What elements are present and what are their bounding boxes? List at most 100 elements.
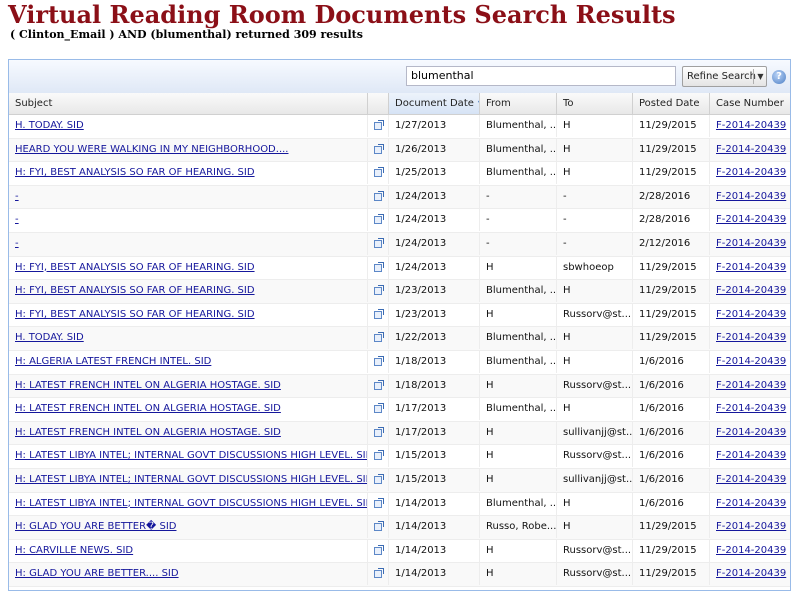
case-number-link[interactable]: F-2014-20439: [716, 498, 786, 509]
open-document-icon[interactable]: [374, 426, 384, 437]
case-number-link[interactable]: F-2014-20439: [716, 427, 786, 438]
case-number-link[interactable]: F-2014-20439: [716, 120, 786, 131]
case-cell: F-2014-20439: [710, 422, 790, 444]
case-number-link[interactable]: F-2014-20439: [716, 332, 786, 343]
table-row[interactable]: H: GLAD YOU ARE BETTER� SID 1/14/2013 Russ…: [9, 516, 790, 540]
open-document-icon[interactable]: [374, 497, 384, 508]
open-document-icon[interactable]: [374, 568, 384, 579]
posted-cell: 11/29/2015: [633, 280, 710, 303]
open-document-icon[interactable]: [374, 356, 384, 366]
table-row[interactable]: H: LATEST LIBYA INTEL; INTERNAL GOVT DIS…: [9, 492, 790, 517]
table-row[interactable]: H: LATEST LIBYA INTEL; INTERNAL GOVT DIS…: [9, 469, 790, 493]
open-document-icon[interactable]: [374, 167, 384, 178]
subject-link[interactable]: H. TODAY. SID: [15, 120, 84, 131]
subject-link[interactable]: H: LATEST FRENCH INTEL ON ALGERIA HOSTAG…: [15, 427, 281, 438]
case-number-link[interactable]: F-2014-20439: [716, 568, 786, 579]
subject-link[interactable]: H: GLAD YOU ARE BETTER� SID: [15, 521, 176, 532]
subject-link[interactable]: H: FYI, BEST ANALYSIS SO FAR OF HEARING.…: [15, 285, 255, 296]
table-row[interactable]: H: CARVILLE NEWS. SID 1/14/2013 H Russorv@s…: [9, 539, 790, 564]
case-cell: F-2014-20439: [710, 469, 790, 491]
subject-link[interactable]: H: GLAD YOU ARE BETTER.... SID: [15, 568, 179, 579]
open-document-icon[interactable]: [374, 403, 384, 414]
open-document-icon[interactable]: [374, 379, 384, 390]
column-header-document-date[interactable]: Document Date▼: [389, 93, 480, 114]
open-document-icon[interactable]: [374, 143, 384, 154]
open-document-icon[interactable]: [374, 450, 384, 461]
table-row[interactable]: - 1/24/2013 - - 2/28/2016 F-2014-20439: [9, 185, 790, 210]
case-number-link[interactable]: F-2014-20439: [716, 144, 786, 155]
case-number-link[interactable]: F-2014-20439: [716, 403, 786, 414]
subject-link[interactable]: H: LATEST FRENCH INTEL ON ALGERIA HOSTAG…: [15, 403, 281, 414]
case-cell: F-2014-20439: [710, 233, 790, 255]
open-document-icon[interactable]: [374, 238, 384, 248]
subject-link[interactable]: -: [15, 191, 19, 202]
case-number-link[interactable]: F-2014-20439: [716, 167, 786, 178]
column-header-from[interactable]: From: [480, 93, 557, 114]
table-row[interactable]: - 1/24/2013 - - 2/12/2016 F-2014-20439: [9, 233, 790, 257]
table-row[interactable]: H: LATEST FRENCH INTEL ON ALGERIA HOSTAG…: [9, 374, 790, 399]
case-number-link[interactable]: F-2014-20439: [716, 262, 786, 273]
subject-link[interactable]: H: FYI, BEST ANALYSIS SO FAR OF HEARING.…: [15, 309, 255, 320]
subject-link[interactable]: H: ALGERIA LATEST FRENCH INTEL. SID: [15, 356, 211, 367]
from-cell: -: [480, 233, 557, 255]
column-header-case-number[interactable]: Case Number: [710, 93, 790, 114]
table-row[interactable]: H: FYI, BEST ANALYSIS SO FAR OF HEARING.…: [9, 256, 790, 281]
subject-link[interactable]: H: LATEST LIBYA INTEL; INTERNAL GOVT DIS…: [15, 450, 367, 461]
case-number-link[interactable]: F-2014-20439: [716, 474, 786, 485]
subject-link[interactable]: H: LATEST FRENCH INTEL ON ALGERIA HOSTAG…: [15, 380, 281, 391]
from-cell: -: [486, 190, 490, 202]
case-number-link[interactable]: F-2014-20439: [716, 214, 786, 225]
case-number-link[interactable]: F-2014-20439: [716, 285, 786, 296]
open-document-icon[interactable]: [374, 214, 384, 225]
case-number-link[interactable]: F-2014-20439: [716, 309, 786, 320]
table-row[interactable]: H: GLAD YOU ARE BETTER.... SID 1/14/2013 H…: [9, 563, 790, 587]
table-row[interactable]: H: ALGERIA LATEST FRENCH INTEL. SID 1/18/…: [9, 351, 790, 375]
subject-link[interactable]: -: [15, 214, 19, 225]
open-document-icon[interactable]: [374, 544, 384, 555]
open-document-icon[interactable]: [374, 190, 384, 201]
subject-link[interactable]: -: [15, 238, 19, 249]
subject-link[interactable]: H: LATEST LIBYA INTEL; INTERNAL GOVT DIS…: [15, 498, 367, 509]
table-row[interactable]: H. TODAY. SID 1/22/2013 Blumenthal, ... H 11…: [9, 327, 790, 351]
case-number-link[interactable]: F-2014-20439: [716, 191, 786, 202]
table-row[interactable]: H: FYI, BEST ANALYSIS SO FAR OF HEARING.…: [9, 162, 790, 186]
search-input[interactable]: blumenthal: [406, 66, 676, 86]
case-number-link[interactable]: F-2014-20439: [716, 380, 786, 391]
subject-link[interactable]: H. TODAY. SID: [15, 332, 84, 343]
case-number-link[interactable]: F-2014-20439: [716, 356, 786, 367]
to-cell: Russorv@st...: [563, 379, 632, 391]
table-row[interactable]: H: LATEST FRENCH INTEL ON ALGERIA HOSTAG…: [9, 398, 790, 422]
case-number-link[interactable]: F-2014-20439: [716, 238, 786, 249]
subject-link[interactable]: H: FYI, BEST ANALYSIS SO FAR OF HEARING.…: [15, 167, 255, 178]
open-document-icon[interactable]: [374, 332, 384, 343]
table-row[interactable]: H: FYI, BEST ANALYSIS SO FAR OF HEARING.…: [9, 303, 790, 328]
column-header-to[interactable]: To: [557, 93, 633, 114]
table-row[interactable]: H. TODAY. SID 1/27/2013 Blumenthal, ... H 11…: [9, 115, 790, 139]
open-document-icon[interactable]: [374, 474, 384, 484]
open-document-icon[interactable]: [374, 308, 384, 319]
help-icon[interactable]: ?: [772, 70, 786, 84]
case-number-link[interactable]: F-2014-20439: [716, 521, 786, 532]
dropdown-arrow-icon[interactable]: ▼: [755, 67, 766, 86]
table-row[interactable]: H: LATEST LIBYA INTEL; INTERNAL GOVT DIS…: [9, 445, 790, 469]
subject-link[interactable]: H: LATEST LIBYA INTEL; INTERNAL GOVT DIS…: [15, 474, 367, 485]
table-row[interactable]: H: LATEST FRENCH INTEL ON ALGERIA HOSTAG…: [9, 421, 790, 446]
refine-search-button[interactable]: Refine Search ▼: [682, 66, 767, 87]
open-document-icon[interactable]: [374, 120, 384, 130]
table-row[interactable]: HEARD YOU WERE WALKING IN MY NEIGHBORHOO…: [9, 138, 790, 163]
posted-date: 11/29/2015: [639, 167, 697, 179]
subject-link[interactable]: H: FYI, BEST ANALYSIS SO FAR OF HEARING.…: [15, 262, 255, 273]
column-header-subject[interactable]: Subject: [9, 93, 368, 114]
open-document-icon[interactable]: [374, 521, 384, 532]
subject-link[interactable]: H: CARVILLE NEWS. SID: [15, 545, 133, 556]
open-document-icon[interactable]: [374, 285, 384, 296]
table-row[interactable]: - 1/24/2013 - - 2/28/2016 F-2014-20439: [9, 209, 790, 233]
open-document-icon[interactable]: [374, 261, 384, 272]
case-cell: F-2014-20439: [710, 209, 790, 231]
to-cell: sbwhoeop: [563, 261, 614, 273]
subject-link[interactable]: HEARD YOU WERE WALKING IN MY NEIGHBORHOO…: [15, 144, 288, 155]
case-number-link[interactable]: F-2014-20439: [716, 545, 786, 556]
case-number-link[interactable]: F-2014-20439: [716, 450, 786, 461]
column-header-posted-date[interactable]: Posted Date: [633, 93, 710, 114]
table-row[interactable]: H: FYI, BEST ANALYSIS SO FAR OF HEARING.…: [9, 280, 790, 304]
